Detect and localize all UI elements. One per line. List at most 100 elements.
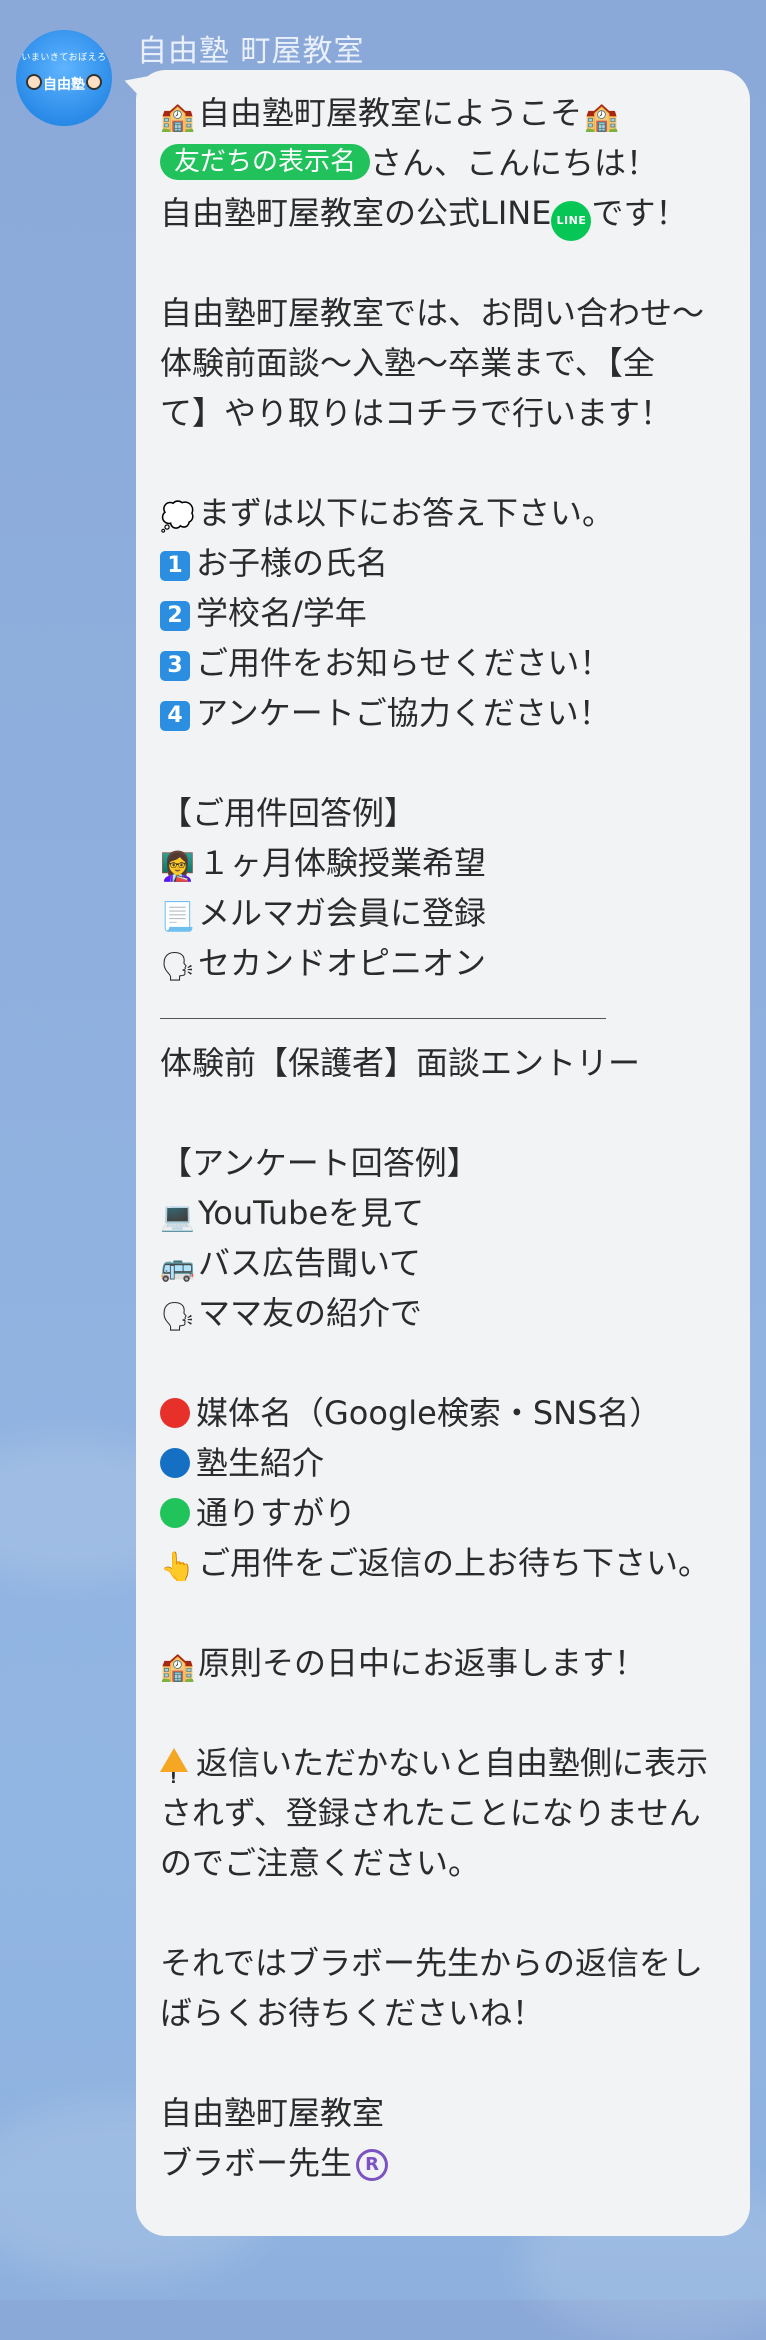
message-text: ご用件をお知らせください！ [196,644,612,682]
avatar-face-icon [86,74,102,90]
message-text: て】やり取りはコチラで行います！ [160,394,673,432]
message-line: 3 ご用件をお知らせください！ [160,638,726,688]
sender-avatar[interactable]: いまいきておぼえろ 自由塾 [16,30,112,126]
message-text: アンケートご協力ください！ [196,694,611,732]
bus-icon: 🚌 [160,1250,195,1283]
number-1-icon: 1 [160,551,190,581]
message-text: 【アンケート回答例】 [160,1144,479,1182]
speaking-head-icon: 🗣 [160,1300,196,1333]
message-text: 自由塾町屋教室 [160,2094,385,2132]
message-text: 自由塾町屋教室では、お問い合わせ〜 [160,294,705,332]
message-text: 原則その日中にお返事します！ [198,1644,647,1682]
teacher-icon: 👩‍🏫 [160,850,195,883]
message-line: 体験前面談〜入塾〜卒業まで、【全 [160,338,726,388]
message-line: 塾生紹介 [160,1438,726,1488]
message-line: 💻YouTubeを見て [160,1188,726,1238]
message-text: です！ [591,194,688,232]
message-line: 2 学校名/学年 [160,588,726,638]
message-text: お子様の氏名 [196,544,389,582]
message-line: 自由塾町屋教室では、お問い合わせ〜 [160,288,726,338]
message-text: 体験前【保護者】面談エントリー [160,1044,641,1082]
message-text: 通りすがり [196,1494,357,1532]
message-text: ブラボー先生 [160,2144,353,2182]
message-text: ばらくお待ちくださいね！ [160,1994,545,2032]
house-icon: 🏫 [160,100,195,133]
number-4-icon: 4 [160,701,190,731]
document-icon: 📃 [160,900,195,933]
message-line: 【アンケート回答例】 [160,1138,726,1188]
message-text: １ヶ月体験授業希望 [198,844,487,882]
line-logo-icon: LINE [551,201,592,241]
message-line: 👆ご用件をご返信の上お待ち下さい。 [160,1538,726,1588]
message-line: 【ご用件回答例】 [160,788,726,838]
message-line: 4 アンケートご協力ください！ [160,688,726,738]
pointing-hand-icon: 👆 [160,1550,195,1583]
speech-bubble-icon: 💭 [160,500,195,533]
message-text: されず、登録されたことになりません [160,1794,701,1832]
message-line: 👩‍🏫１ヶ月体験授業希望 [160,838,726,888]
message-text: さん、こんにちは！ [370,144,659,182]
message-line: 🗣セカンドオピニオン [160,938,726,988]
message-line: のでご注意ください。 [160,1838,726,1888]
message-line: 🗣ママ友の紹介で [160,1288,726,1338]
message-text: 自由塾町屋教室にようこそ [198,94,583,132]
message-line: 🚌バス広告聞いて [160,1238,726,1288]
message-line: 媒体名（Google検索・SNS名） [160,1388,726,1438]
message-text: バス広告聞いて [198,1244,422,1282]
message-text: まずは以下にお答え下さい。 [198,494,615,532]
house-icon: 🏫 [584,100,619,133]
message-line: 🏫自由塾町屋教室にようこそ🏫 [160,88,726,138]
speaking-head-icon: 🗣 [160,950,196,983]
message-line: 📃メルマガ会員に登録 [160,888,726,938]
message-bubble[interactable]: 🏫自由塾町屋教室にようこそ🏫 友だちの表示名 さん、こんにちは！ 自由塾町屋教室の公式… [136,70,750,2236]
message-text: 【ご用件回答例】 [160,794,417,832]
display-name-chip: 友だちの表示名 [160,144,371,180]
number-3-icon: 3 [160,651,190,681]
message-line: ばらくお待ちくださいね！ [160,1988,726,2038]
laptop-icon: 💻 [160,1200,195,1233]
message-line: 自由塾町屋教室 [160,2088,726,2138]
red-circle-icon [160,1398,190,1428]
message-line: て】やり取りはコチラで行います！ [160,388,726,438]
message-text: YouTubeを見て [198,1194,425,1232]
message-text: 返信いただかないと自由塾側に表示 [196,1744,709,1782]
message-text: のでご注意ください。 [160,1844,481,1882]
message-line: 通りすがり [160,1488,726,1538]
number-2-icon: 2 [160,601,190,631]
message-line: 1 お子様の氏名 [160,538,726,588]
message-line: 自由塾町屋教室の公式LINE LINE です！ [160,188,726,241]
message-text: それではブラボー先生からの返信をし [160,1944,704,1982]
message-line: 🏫原則その日中にお返事します！ [160,1638,726,1688]
message-text: ご用件をご返信の上お待ち下さい。 [198,1544,711,1582]
sender-name: 自由塾 町屋教室 [137,34,365,69]
message-line: ! 返信いただかないと自由塾側に表示 [160,1738,726,1788]
message-text: メルマガ会員に登録 [198,894,487,932]
message-line: 体験前【保護者】面談エントリー [160,1038,726,1088]
message-text: 体験前面談〜入塾〜卒業まで、【全 [160,344,655,382]
message-line: されず、登録されたことになりません [160,1788,726,1838]
blue-circle-icon [160,1448,190,1478]
green-circle-icon [160,1498,190,1528]
divider [160,988,726,1038]
message-text: 自由塾町屋教室の公式LINE [160,194,552,232]
message-text: ママ友の紹介で [198,1294,423,1332]
message-text: 学校名/学年 [196,594,367,632]
message-line: 友だちの表示名 さん、こんにちは！ [160,138,726,188]
message-line: ブラボー先生 R [160,2138,726,2188]
avatar-top-text: いまいきておぼえろ [21,53,107,63]
message-text: 塾生紹介 [196,1444,325,1482]
message-text: 媒体名（Google検索・SNS名） [196,1394,662,1432]
warning-icon: ! [160,1748,188,1787]
message-line: それではブラボー先生からの返信をし [160,1938,726,1988]
message-text: セカンドオピニオン [198,944,487,982]
house-icon: 🏫 [160,1650,195,1683]
